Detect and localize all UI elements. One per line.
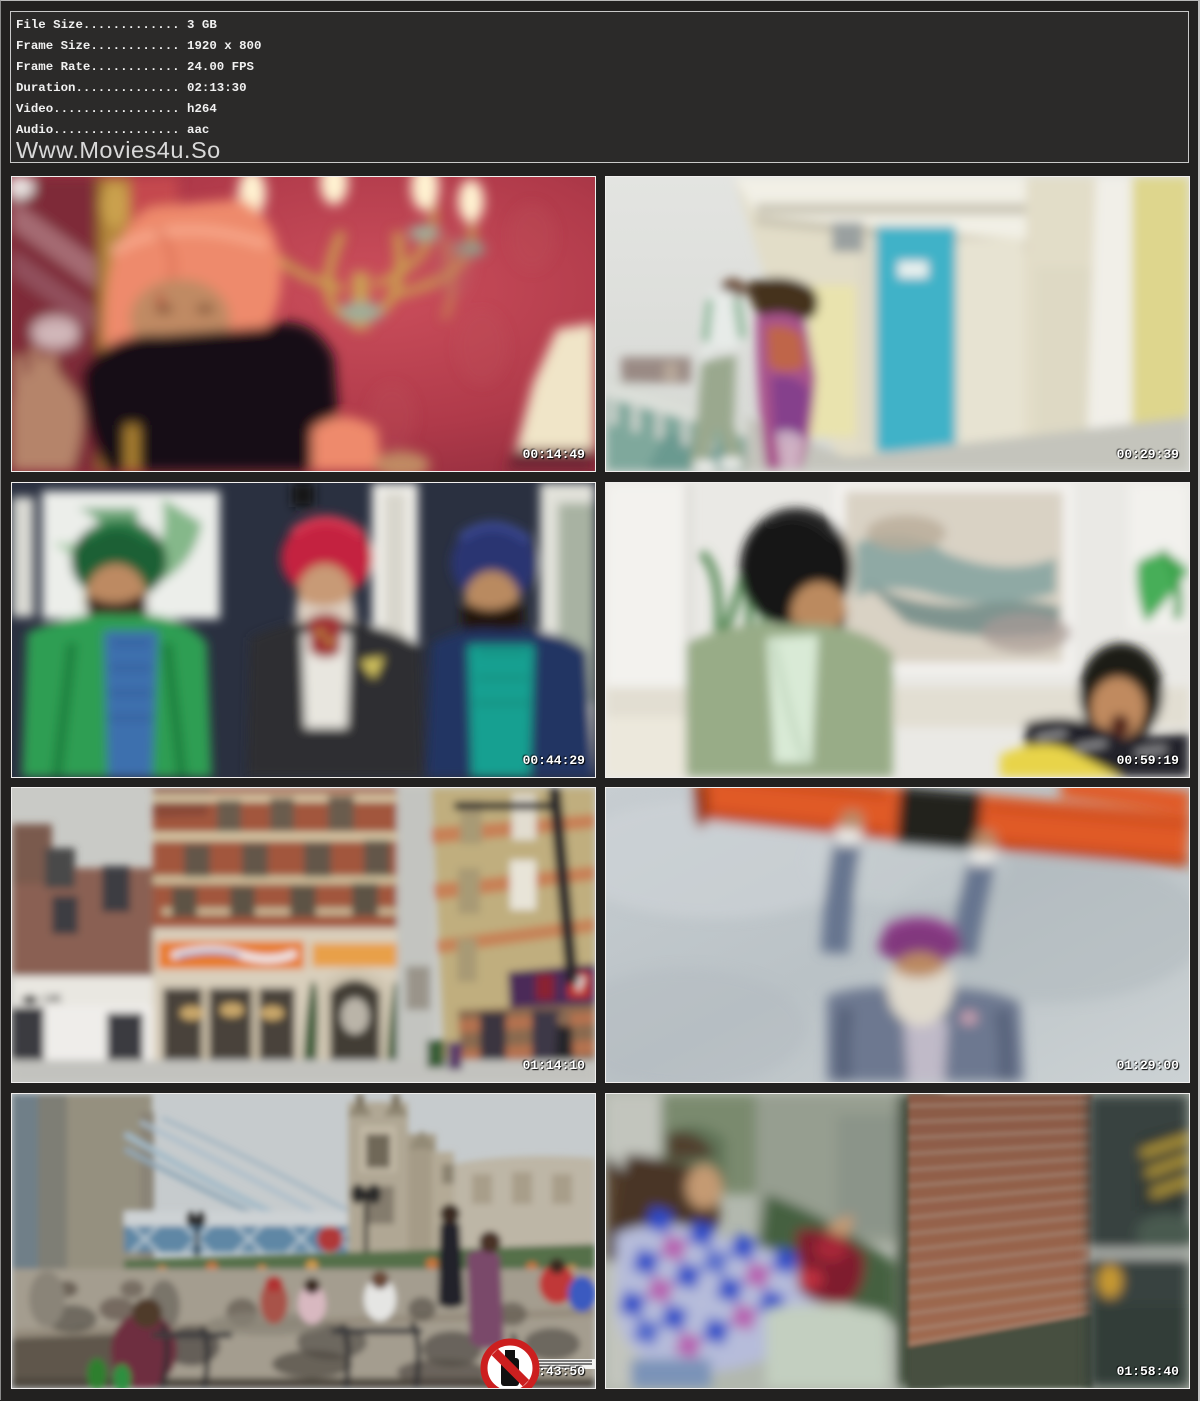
svg-text:◀▶ UK: ◀▶ UK: [19, 991, 63, 1006]
